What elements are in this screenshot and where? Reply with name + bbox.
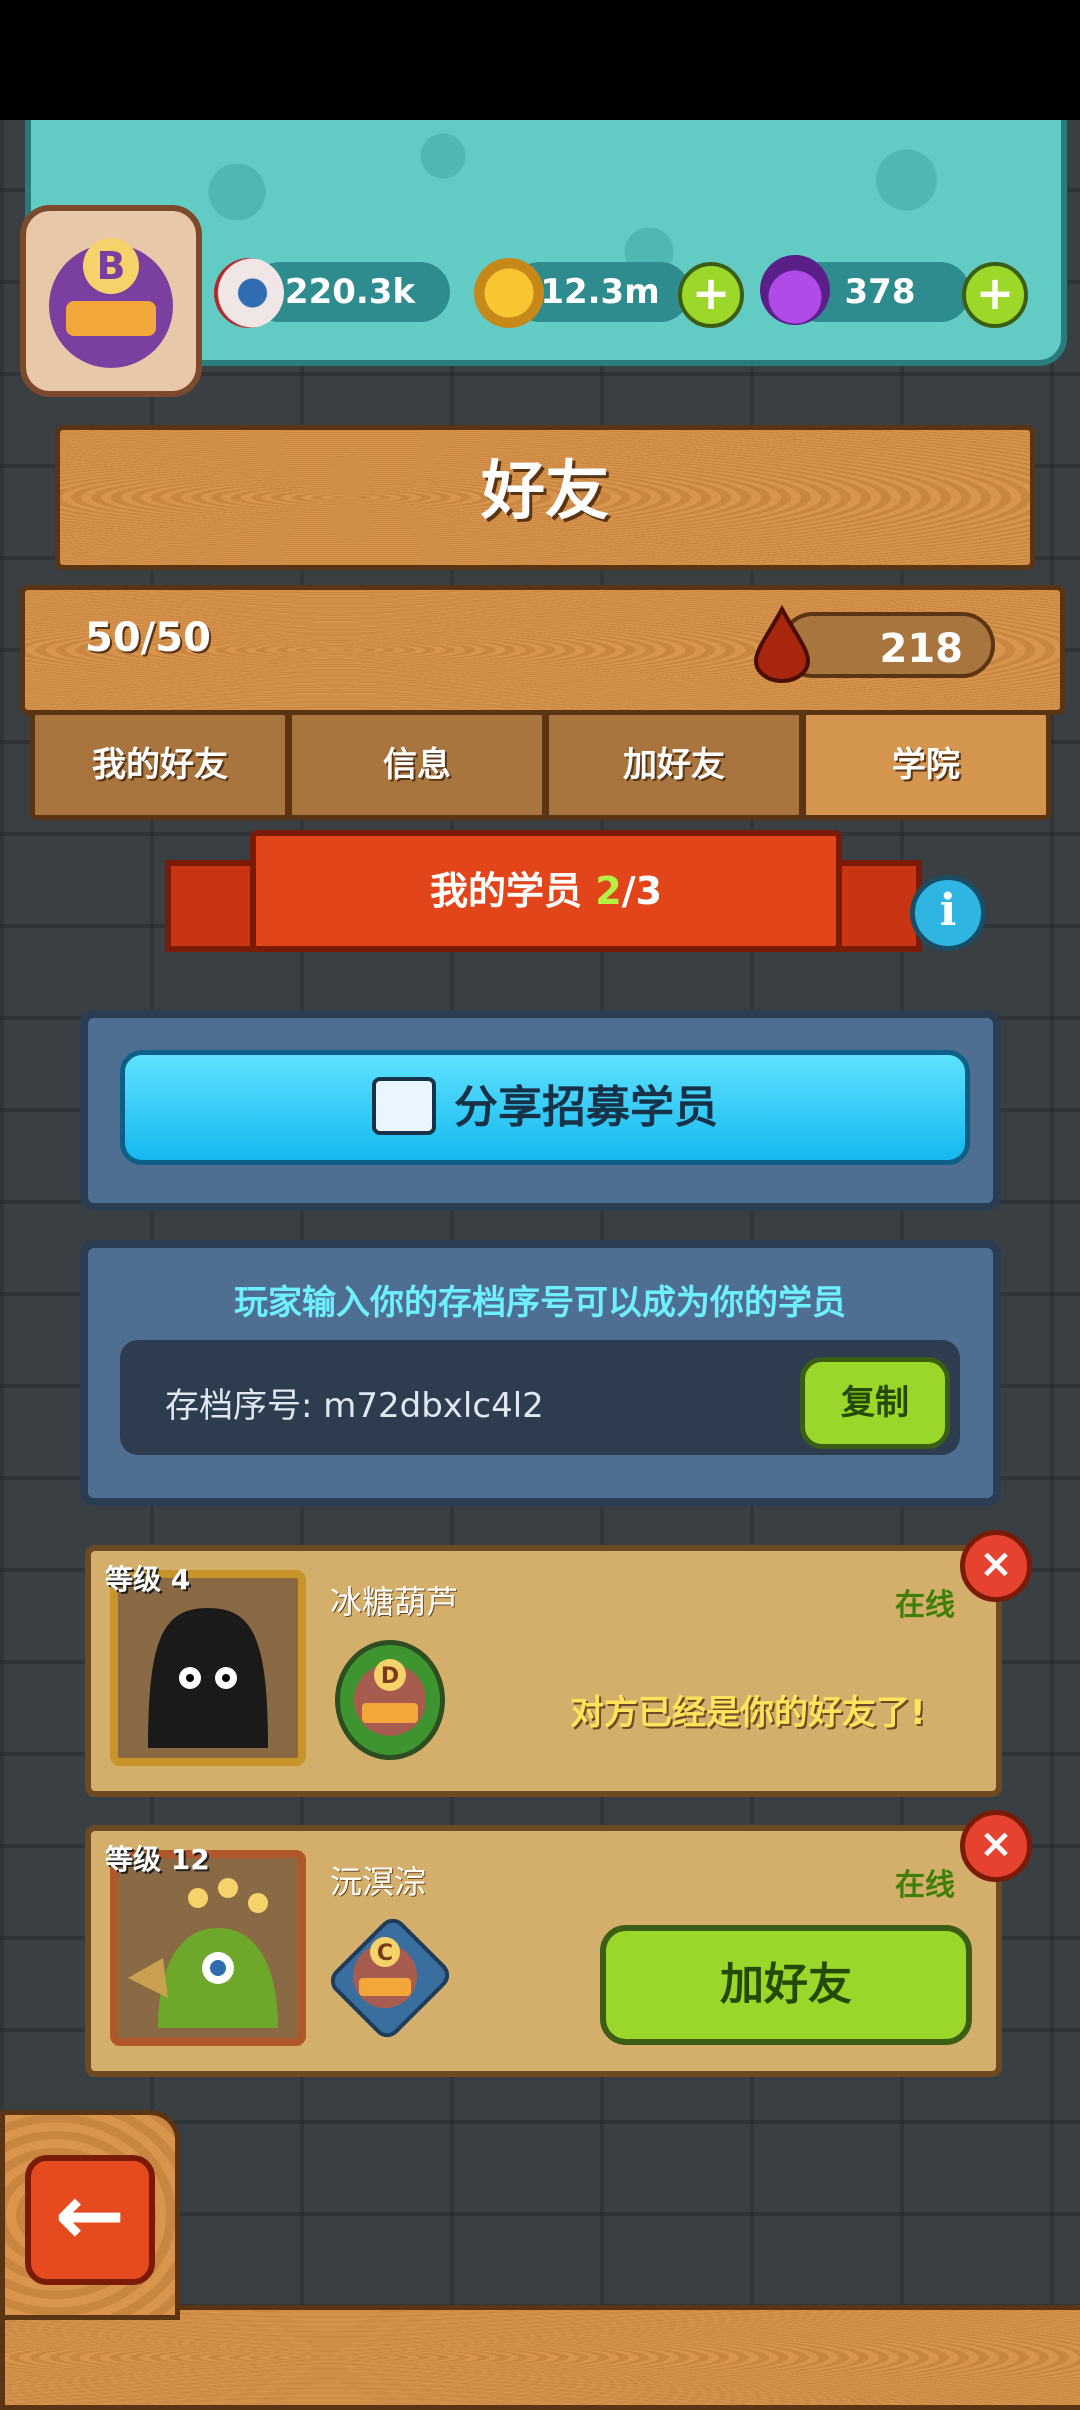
student-level: 等级 4	[105, 1563, 191, 1596]
tab-messages[interactable]: 信息	[287, 710, 547, 820]
share-icon	[372, 1077, 436, 1135]
svg-text:D: D	[381, 1664, 399, 1689]
eyeball-icon	[214, 258, 284, 328]
page-title: 好友	[481, 455, 609, 529]
already-friend-message: 对方已经是你的好友了!	[570, 1693, 926, 1733]
coin-icon	[474, 258, 544, 328]
tab-academy[interactable]: 学院	[801, 710, 1051, 820]
dark-blob-icon	[148, 1608, 268, 1748]
online-status: 在线	[895, 1588, 955, 1623]
student-name: 沅溟淙	[330, 1863, 427, 1901]
blood-drop-icon	[752, 604, 812, 683]
rank-c-icon: C	[335, 1918, 435, 2028]
svg-text:C: C	[377, 1941, 393, 1966]
tab-add-friend[interactable]: 加好友	[544, 710, 804, 820]
info-icon[interactable]: i	[910, 875, 986, 951]
player-avatar[interactable]: B	[20, 205, 202, 397]
save-id-hint: 玩家输入你的存档序号可以成为你的学员	[234, 1283, 846, 1323]
online-status: 在线	[895, 1868, 955, 1903]
friend-count: 50/50	[85, 615, 211, 661]
close-icon: ×	[979, 1821, 1013, 1867]
add-potions-button[interactable]: +	[962, 262, 1028, 328]
students-ribbon: 我的学员 2/3	[250, 830, 842, 952]
monster-cake-icon: B	[49, 238, 173, 368]
svg-text:B: B	[97, 244, 126, 288]
student-portrait[interactable]	[110, 1850, 306, 2046]
rank-badge: D	[335, 1640, 445, 1760]
status-bar	[0, 0, 1080, 120]
back-button[interactable]: ←	[25, 2155, 155, 2285]
student-name: 冰糖葫芦	[330, 1583, 459, 1621]
student-level: 等级 12	[105, 1843, 210, 1876]
bottom-wood-panel	[0, 2305, 1080, 2410]
save-id-label: 存档序号: m72dbxlc4l2	[165, 1386, 544, 1426]
green-monster-icon	[128, 1878, 278, 2028]
add-coins-button[interactable]: +	[678, 262, 744, 328]
copy-button[interactable]: 复制	[800, 1357, 950, 1449]
remove-student-button[interactable]: ×	[960, 1530, 1032, 1602]
rank-d-icon: D	[354, 1659, 426, 1736]
student-portrait[interactable]	[110, 1570, 306, 1766]
close-icon: ×	[979, 1541, 1013, 1587]
back-arrow-icon: ←	[54, 2166, 126, 2264]
remove-student-button[interactable]: ×	[960, 1810, 1032, 1882]
tab-my-friends[interactable]: 我的好友	[30, 710, 290, 820]
blood-counter: 218	[780, 612, 995, 678]
share-recruit-button[interactable]: 分享招募学员	[120, 1050, 970, 1165]
add-friend-button[interactable]: 加好友	[600, 1925, 972, 2045]
potion-icon	[760, 255, 830, 325]
title-board: 好友	[55, 425, 1035, 570]
